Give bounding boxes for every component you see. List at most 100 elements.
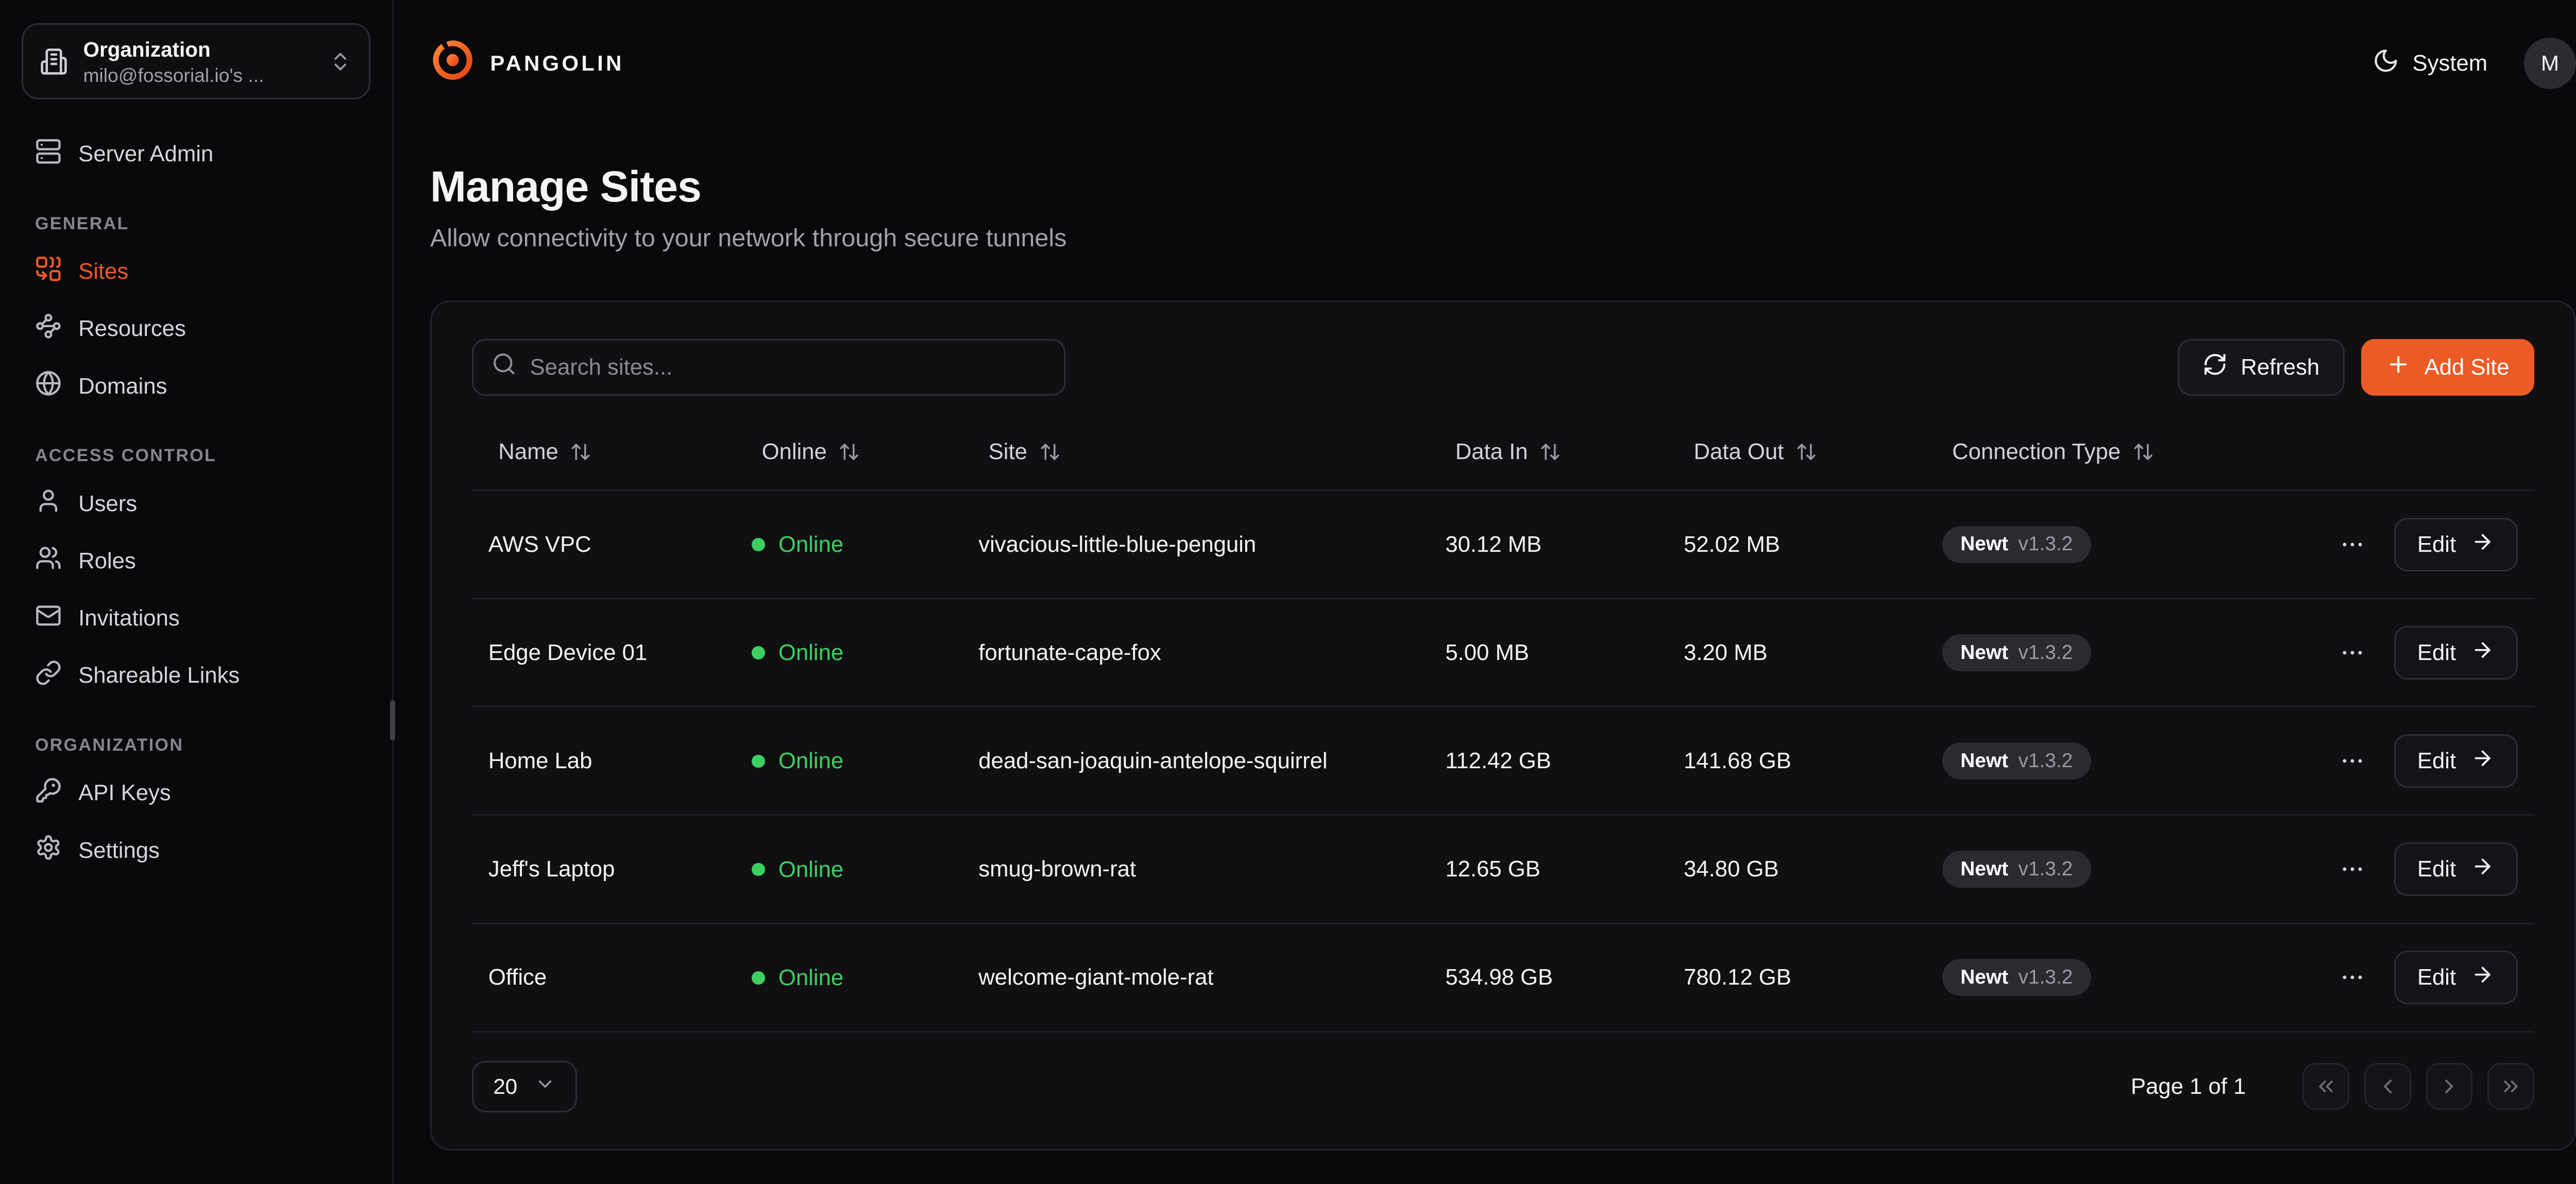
prev-page-button[interactable] — [2364, 1063, 2411, 1110]
connection-type-badge: Newt v1.3.2 — [1942, 742, 2091, 780]
edit-site-button[interactable]: Edit — [2394, 951, 2518, 1004]
theme-label: System — [2413, 50, 2488, 76]
roles-icon — [35, 545, 62, 577]
row-menu-button[interactable] — [2332, 849, 2372, 889]
sidebar: Organization milo@fossorial.io's ... Ser… — [0, 0, 394, 1184]
refresh-label: Refresh — [2241, 354, 2319, 380]
edit-label: Edit — [2417, 640, 2456, 666]
edit-label: Edit — [2417, 532, 2456, 557]
org-selector-text: Organization milo@fossorial.io's ... — [83, 37, 314, 87]
connection-type-name: Newt — [1960, 641, 2008, 665]
plus-icon — [2386, 352, 2411, 383]
sidebar-item-server-admin[interactable]: Server Admin — [22, 128, 370, 180]
row-menu-button[interactable] — [2332, 741, 2372, 781]
sidebar-item-label: Sites — [78, 259, 128, 284]
data-in-value: 534.98 GB — [1445, 965, 1553, 990]
section-label-access-control: ACCESS CONTROL — [35, 446, 357, 466]
sort-data-out-button[interactable]: Data Out — [1684, 434, 1827, 469]
row-actions: Edit — [2337, 734, 2518, 788]
data-in-value: 30.12 MB — [1445, 532, 1541, 557]
table-footer: 20 Page 1 of 1 — [472, 1061, 2534, 1112]
edit-site-button[interactable]: Edit — [2394, 734, 2518, 788]
globe-icon — [35, 370, 62, 402]
last-page-button[interactable] — [2487, 1063, 2534, 1110]
sort-connection-type-button[interactable]: Connection Type — [1942, 434, 2164, 469]
sidebar-item-domains[interactable]: Domains — [22, 360, 370, 413]
sidebar-item-invitations[interactable]: Invitations — [22, 592, 370, 645]
next-page-button[interactable] — [2426, 1063, 2473, 1110]
arrow-right-icon — [2471, 530, 2494, 559]
sort-online-button[interactable]: Online — [752, 434, 870, 469]
row-actions: Edit — [2337, 518, 2518, 571]
sidebar-item-label: Roles — [78, 548, 136, 574]
key-icon — [35, 777, 62, 809]
site-identifier: vivacious-little-blue-penguin — [978, 532, 1256, 557]
pangolin-brand[interactable]: PANGOLIN — [430, 38, 624, 89]
search-sites-input[interactable] — [530, 354, 1045, 380]
sidebar-item-sites[interactable]: Sites — [22, 245, 370, 298]
online-status-dot — [752, 863, 765, 876]
arrow-right-icon — [2471, 963, 2494, 992]
connection-type-version: v1.3.2 — [2018, 749, 2073, 773]
site-identifier: smug-brown-rat — [978, 856, 1136, 882]
sidebar-item-roles[interactable]: Roles — [22, 535, 370, 587]
ellipsis-icon — [2339, 856, 2366, 883]
theme-toggle-button[interactable]: System — [2372, 47, 2487, 80]
site-identifier: welcome-giant-mole-rat — [978, 965, 1213, 990]
add-site-button[interactable]: Add Site — [2361, 339, 2534, 396]
online-status-dot — [752, 538, 765, 551]
user-avatar[interactable]: M — [2524, 38, 2575, 89]
row-menu-button[interactable] — [2332, 957, 2372, 997]
data-out-value: 3.20 MB — [1684, 640, 1768, 665]
sidebar-item-users[interactable]: Users — [22, 478, 370, 530]
connection-type-badge: Newt v1.3.2 — [1942, 634, 2091, 671]
server-icon — [35, 138, 62, 171]
online-status-label: Online — [778, 857, 843, 883]
data-in-value: 112.42 GB — [1445, 748, 1551, 773]
refresh-button[interactable]: Refresh — [2178, 339, 2345, 396]
sort-name-button[interactable]: Name — [488, 434, 602, 469]
section-label-general: GENERAL — [35, 214, 357, 234]
rows-per-page-select[interactable]: 20 — [472, 1061, 578, 1112]
chevron-down-icon — [534, 1073, 556, 1100]
sort-data-in-button[interactable]: Data In — [1445, 434, 1571, 469]
pangolin-logo-icon — [430, 38, 475, 89]
ellipsis-icon — [2339, 531, 2366, 558]
sites-table: Name Online Site Data In Data Out Connec… — [472, 417, 2534, 1033]
sidebar-item-resources[interactable]: Resources — [22, 303, 370, 356]
brand-name: PANGOLIN — [490, 51, 624, 76]
pagination-controls: Page 1 of 1 — [2131, 1063, 2534, 1110]
site-name: Home Lab — [488, 748, 592, 773]
table-row: Jeff's Laptop Online smug-brown-rat 12.6… — [472, 815, 2534, 923]
sort-site-button[interactable]: Site — [978, 434, 1071, 469]
edit-site-button[interactable]: Edit — [2394, 842, 2518, 896]
sites-card: Refresh Add Site Name Online — [430, 300, 2576, 1151]
data-in-value: 5.00 MB — [1445, 640, 1529, 665]
section-label-organization: ORGANIZATION — [35, 735, 357, 755]
chevrons-right-icon — [2499, 1075, 2522, 1098]
sidebar-item-settings[interactable]: Settings — [22, 824, 370, 877]
row-menu-button[interactable] — [2332, 525, 2372, 565]
site-name: AWS VPC — [488, 532, 591, 557]
org-selector[interactable]: Organization milo@fossorial.io's ... — [22, 23, 370, 99]
site-name: Edge Device 01 — [488, 640, 647, 665]
edit-site-button[interactable]: Edit — [2394, 626, 2518, 680]
sites-toolbar: Refresh Add Site — [472, 339, 2534, 396]
row-menu-button[interactable] — [2332, 633, 2372, 673]
online-status-label: Online — [778, 748, 843, 774]
sidebar-item-label: API Keys — [78, 780, 171, 806]
sidebar-item-shareable-links[interactable]: Shareable Links — [22, 650, 370, 702]
sidebar-item-label: Users — [78, 491, 137, 517]
mail-icon — [35, 602, 62, 635]
online-status-label: Online — [778, 965, 843, 991]
first-page-button[interactable] — [2302, 1063, 2349, 1110]
chevrons-up-down-icon — [329, 50, 352, 73]
edit-label: Edit — [2417, 965, 2456, 990]
data-in-value: 12.65 GB — [1445, 856, 1540, 882]
chevron-left-icon — [2376, 1075, 2399, 1098]
sidebar-resize-handle[interactable] — [390, 700, 395, 740]
online-status: Online — [752, 640, 843, 666]
edit-site-button[interactable]: Edit — [2394, 518, 2518, 571]
online-status: Online — [752, 532, 843, 557]
sidebar-item-api-keys[interactable]: API Keys — [22, 767, 370, 820]
